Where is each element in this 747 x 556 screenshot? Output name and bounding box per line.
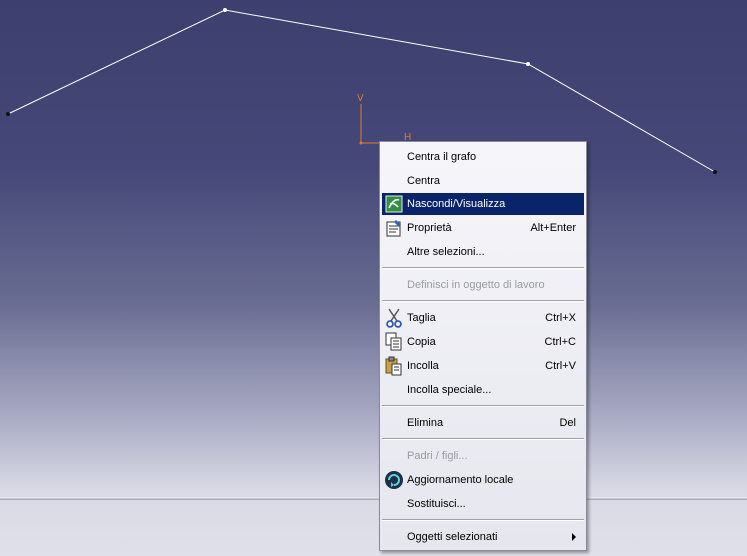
menu-separator [382,267,584,269]
menu-item-shortcut: Del [559,417,576,429]
menu-item-label: Definisci in oggetto di lavoro [407,279,545,291]
polyline-vertex[interactable] [223,8,227,12]
menu-item-label: Sostituisci... [407,498,466,510]
horizon-line [0,497,747,500]
3d-viewport[interactable]: V H [0,0,747,556]
menu-separator [382,300,584,302]
menu-item-label: Incolla [407,360,439,372]
paste-icon [382,355,406,377]
menu-item-parents-children: Padri / figli... [382,445,584,467]
menu-item-define-work-object: Definisci in oggetto di lavoro [382,274,584,296]
menu-item-paste[interactable]: Incolla Ctrl+V [382,355,584,377]
menu-item-label: Taglia [407,312,436,324]
menu-separator [382,519,584,521]
menu-item-hide-show[interactable]: Nascondi/Visualizza [382,193,584,215]
polyline-vertex[interactable] [713,170,717,174]
menu-item-cut[interactable]: Taglia Ctrl+X [382,307,584,329]
polyline-vertex[interactable] [6,112,10,116]
menu-item-label: Nascondi/Visualizza [407,198,506,210]
menu-item-label: Centra [407,175,441,187]
copy-icon [382,331,406,353]
menu-item-label: Oggetti selezionati [407,531,498,543]
menu-separator [382,438,584,440]
menu-item-center[interactable]: Centra [382,170,584,192]
menu-item-label: Copia [407,336,436,348]
menu-item-label: Aggiornamento locale [407,474,514,486]
submenu-arrow-icon [572,533,576,541]
properties-icon [382,217,406,239]
polyline-vertex[interactable] [526,62,530,66]
menu-item-local-update[interactable]: Aggiornamento locale [382,469,584,491]
hide-show-icon [382,193,406,215]
menu-item-label: Proprietà [407,222,452,234]
menu-item-label: Incolla speciale... [407,384,492,396]
menu-item-paste-special[interactable]: Incolla speciale... [382,379,584,401]
menu-item-replace[interactable]: Sostituisci... [382,493,584,515]
menu-item-shortcut: Alt+Enter [530,222,576,234]
menu-separator [382,405,584,407]
menu-item-delete[interactable]: Elimina Del [382,412,584,434]
menu-item-label: Centra il grafo [407,151,477,163]
axis-v-label: V [357,93,364,104]
menu-item-label: Altre selezioni... [407,246,485,258]
scissors-icon [382,307,406,329]
menu-item-center-graph[interactable]: Centra il grafo [382,146,584,168]
menu-item-label: Elimina [407,417,444,429]
menu-item-other-selections[interactable]: Altre selezioni... [382,241,584,263]
menu-item-properties[interactable]: Proprietà Alt+Enter [382,217,584,239]
menu-item-shortcut: Ctrl+V [545,360,576,372]
menu-item-selected-objects[interactable]: Oggetti selezionati [382,526,584,548]
menu-item-shortcut: Ctrl+C [544,336,576,348]
menu-item-copy[interactable]: Copia Ctrl+C [382,331,584,353]
context-menu: Centra il grafo Centra Nascondi/Visualiz… [379,141,587,551]
sketch-axis-icon: V H [357,93,411,145]
menu-item-label: Padri / figli... [407,450,468,462]
sketch-canvas: V H [6,8,717,174]
local-update-icon [382,469,406,491]
sketch-polyline[interactable] [7,9,716,173]
menu-item-shortcut: Ctrl+X [545,312,576,324]
